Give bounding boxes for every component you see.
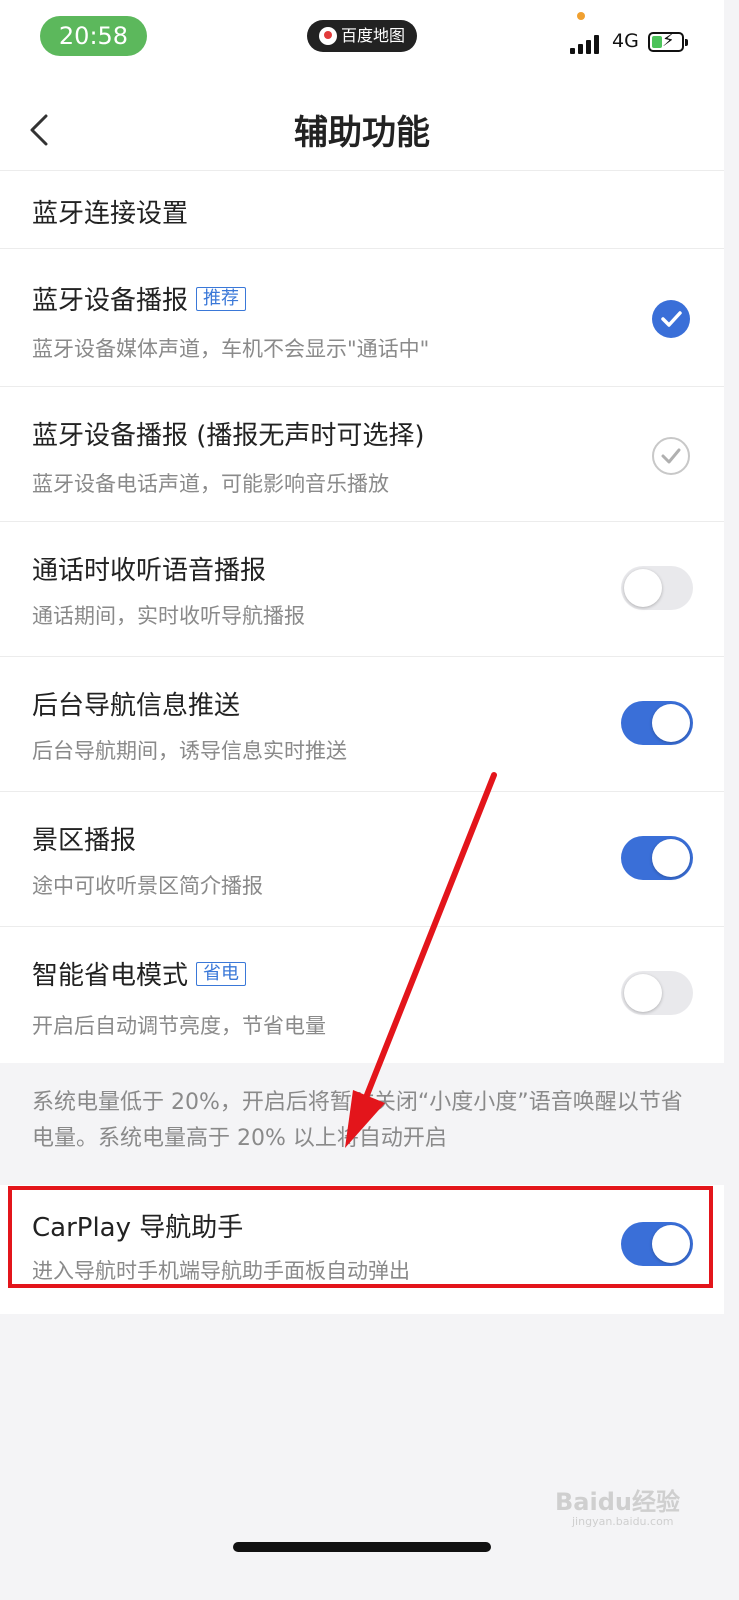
annotation-arrow-icon bbox=[345, 772, 497, 1148]
home-indicator[interactable] bbox=[233, 1542, 491, 1552]
watermark-url: jingyan.baidu.com bbox=[572, 1515, 674, 1528]
watermark-logo: Baidu经验 bbox=[555, 1488, 680, 1516]
settings-page: 20:58 百度地图 4G ⚡ 辅助功能 蓝牙连接设置 蓝牙设备播报 推荐 蓝牙… bbox=[0, 0, 724, 1600]
